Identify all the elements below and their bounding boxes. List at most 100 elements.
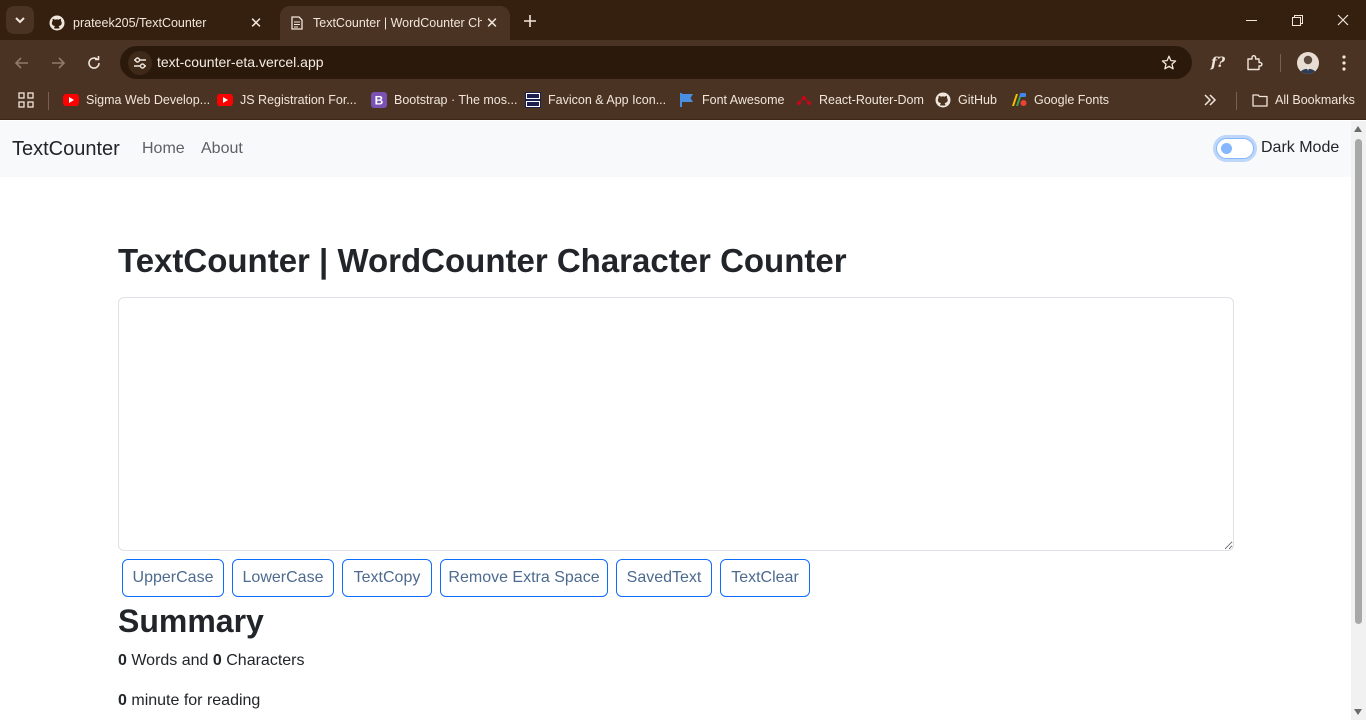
lowercase-button[interactable]: LowerCase: [232, 559, 334, 597]
bookmark-github[interactable]: GitHub: [935, 90, 997, 110]
reading-minutes: 0: [118, 692, 127, 709]
close-tab-icon[interactable]: ✕: [482, 13, 502, 33]
bookmark-google-fonts[interactable]: Google Fonts: [1011, 90, 1109, 110]
new-tab-button[interactable]: [518, 9, 542, 33]
more-bookmarks-button[interactable]: [1203, 90, 1217, 110]
forward-arrow-icon: [52, 57, 66, 69]
tab-textcounter[interactable]: TextCounter | WordCounter Character Coun…: [280, 6, 510, 40]
browser-menu-button[interactable]: [1331, 50, 1357, 76]
extensions-button[interactable]: [1241, 50, 1267, 76]
back-arrow-icon: [14, 57, 28, 69]
summary-heading: Summary: [118, 603, 264, 639]
uppercase-button[interactable]: UpperCase: [122, 559, 224, 597]
github-icon: [49, 15, 65, 31]
scrollbar-thumb[interactable]: [1355, 139, 1362, 624]
page-heading: TextCounter | WordCounter Character Coun…: [118, 242, 847, 279]
youtube-icon: [217, 92, 233, 108]
tab-github[interactable]: prateek205/TextCounter ✕: [40, 6, 274, 40]
bookmark-label: React-Router-Dom: [819, 93, 924, 107]
toolbar-divider: [1280, 54, 1281, 72]
reading-time: 0 minute for reading: [118, 692, 260, 710]
dark-mode-switch[interactable]: [1216, 138, 1254, 159]
chevron-down-icon: [15, 17, 25, 24]
tab-strip: prateek205/TextCounter ✕ TextCounter | W…: [0, 0, 1366, 40]
character-count: 0: [212, 652, 222, 669]
google-fonts-icon: [1011, 92, 1027, 108]
reload-icon: [88, 56, 100, 69]
bookmark-star-button[interactable]: [1158, 52, 1180, 74]
tab-search-button[interactable]: [6, 6, 34, 34]
bookmark-js-registration[interactable]: JS Registration For...: [217, 90, 357, 110]
words-label: Words and: [131, 652, 209, 669]
flag-icon: [679, 92, 695, 108]
minimize-icon: [1245, 19, 1257, 21]
double-chevron-right-icon: [1204, 94, 1217, 106]
bookmark-react-router[interactable]: React-Router-Dom: [796, 90, 924, 110]
minimize-button[interactable]: [1228, 0, 1274, 40]
router-icon: [796, 92, 812, 108]
back-button[interactable]: [9, 50, 35, 76]
restore-icon: [1291, 14, 1303, 26]
bookmark-bootstrap[interactable]: B Bootstrap · The mos...: [371, 90, 517, 110]
text-copy-button[interactable]: TextCopy: [342, 559, 432, 597]
apps-button[interactable]: [18, 90, 34, 110]
forward-button[interactable]: [45, 50, 71, 76]
bookmark-label: Google Fonts: [1034, 93, 1110, 107]
nav-about-link[interactable]: About: [201, 140, 243, 158]
tune-icon: [134, 57, 146, 69]
text-input-area[interactable]: [118, 297, 1234, 551]
scroll-up-arrow-icon[interactable]: [1354, 126, 1362, 132]
bootstrap-icon: B: [371, 92, 387, 108]
nav-home-link[interactable]: Home: [142, 140, 185, 158]
avatar-icon: [1300, 55, 1316, 74]
bookmarks-divider: [1236, 92, 1237, 110]
restore-button[interactable]: [1274, 0, 1320, 40]
page-scrollbar[interactable]: [1351, 121, 1366, 720]
bookmark-label: Font Awesome: [702, 93, 785, 107]
bookmark-label: GitHub: [958, 93, 997, 107]
address-bar[interactable]: text-counter-eta.vercel.app: [120, 46, 1192, 79]
bookmarks-divider: [48, 92, 49, 110]
scroll-down-arrow-icon[interactable]: [1354, 709, 1362, 715]
bookmark-favicon[interactable]: Favicon & App Icon...: [525, 90, 666, 110]
characters-label: Characters: [226, 652, 305, 669]
bookmark-sigma[interactable]: Sigma Web Develop...: [63, 90, 210, 110]
reading-label: minute for reading: [131, 692, 261, 709]
plus-icon: [524, 15, 536, 27]
close-icon: [1337, 14, 1349, 26]
bookmark-label: Bootstrap · The mos...: [394, 93, 518, 107]
remove-extra-space-button[interactable]: Remove Extra Space: [440, 559, 608, 597]
bookmark-font-awesome[interactable]: Font Awesome: [679, 90, 784, 110]
all-bookmarks-label: All Bookmarks: [1275, 93, 1355, 107]
youtube-icon: [63, 92, 79, 108]
url-text[interactable]: text-counter-eta.vercel.app: [157, 54, 324, 70]
site-info-button[interactable]: [128, 51, 152, 75]
saved-text-button[interactable]: SavedText: [616, 559, 712, 597]
profile-avatar[interactable]: [1297, 52, 1319, 74]
puzzle-icon: [1247, 55, 1263, 71]
text-clear-button[interactable]: TextClear: [720, 559, 810, 597]
tab-title: prateek205/TextCounter: [73, 16, 207, 30]
folder-icon: [1252, 92, 1268, 108]
switch-knob: [1221, 143, 1232, 154]
bookmark-label: JS Registration For...: [240, 93, 357, 107]
star-icon: [1161, 55, 1177, 70]
fontfinder-extension-button[interactable]: f?: [1205, 50, 1231, 76]
bookmark-label: Favicon & App Icon...: [548, 93, 667, 107]
dark-mode-label[interactable]: Dark Mode: [1261, 139, 1339, 157]
dans-tools-icon: [525, 92, 541, 108]
bookmark-label: Sigma Web Develop...: [86, 93, 211, 107]
reload-button[interactable]: [81, 50, 107, 76]
github-icon: [935, 92, 951, 108]
site-navbar: TextCounter Home About Dark Mode: [0, 121, 1351, 177]
navbar-brand[interactable]: TextCounter: [12, 138, 120, 161]
svg-text:B: B: [375, 94, 384, 108]
web-page: TextCounter Home About Dark Mode TextCou…: [0, 121, 1351, 720]
word-character-count: 0 Words and 0 Characters: [118, 652, 305, 670]
font-extension-icon: f?: [1210, 55, 1226, 71]
close-window-button[interactable]: [1320, 0, 1366, 40]
all-bookmarks-button[interactable]: All Bookmarks: [1252, 90, 1355, 110]
page-icon: [289, 15, 305, 31]
apps-grid-icon: [18, 92, 34, 108]
close-tab-icon[interactable]: ✕: [246, 13, 266, 33]
